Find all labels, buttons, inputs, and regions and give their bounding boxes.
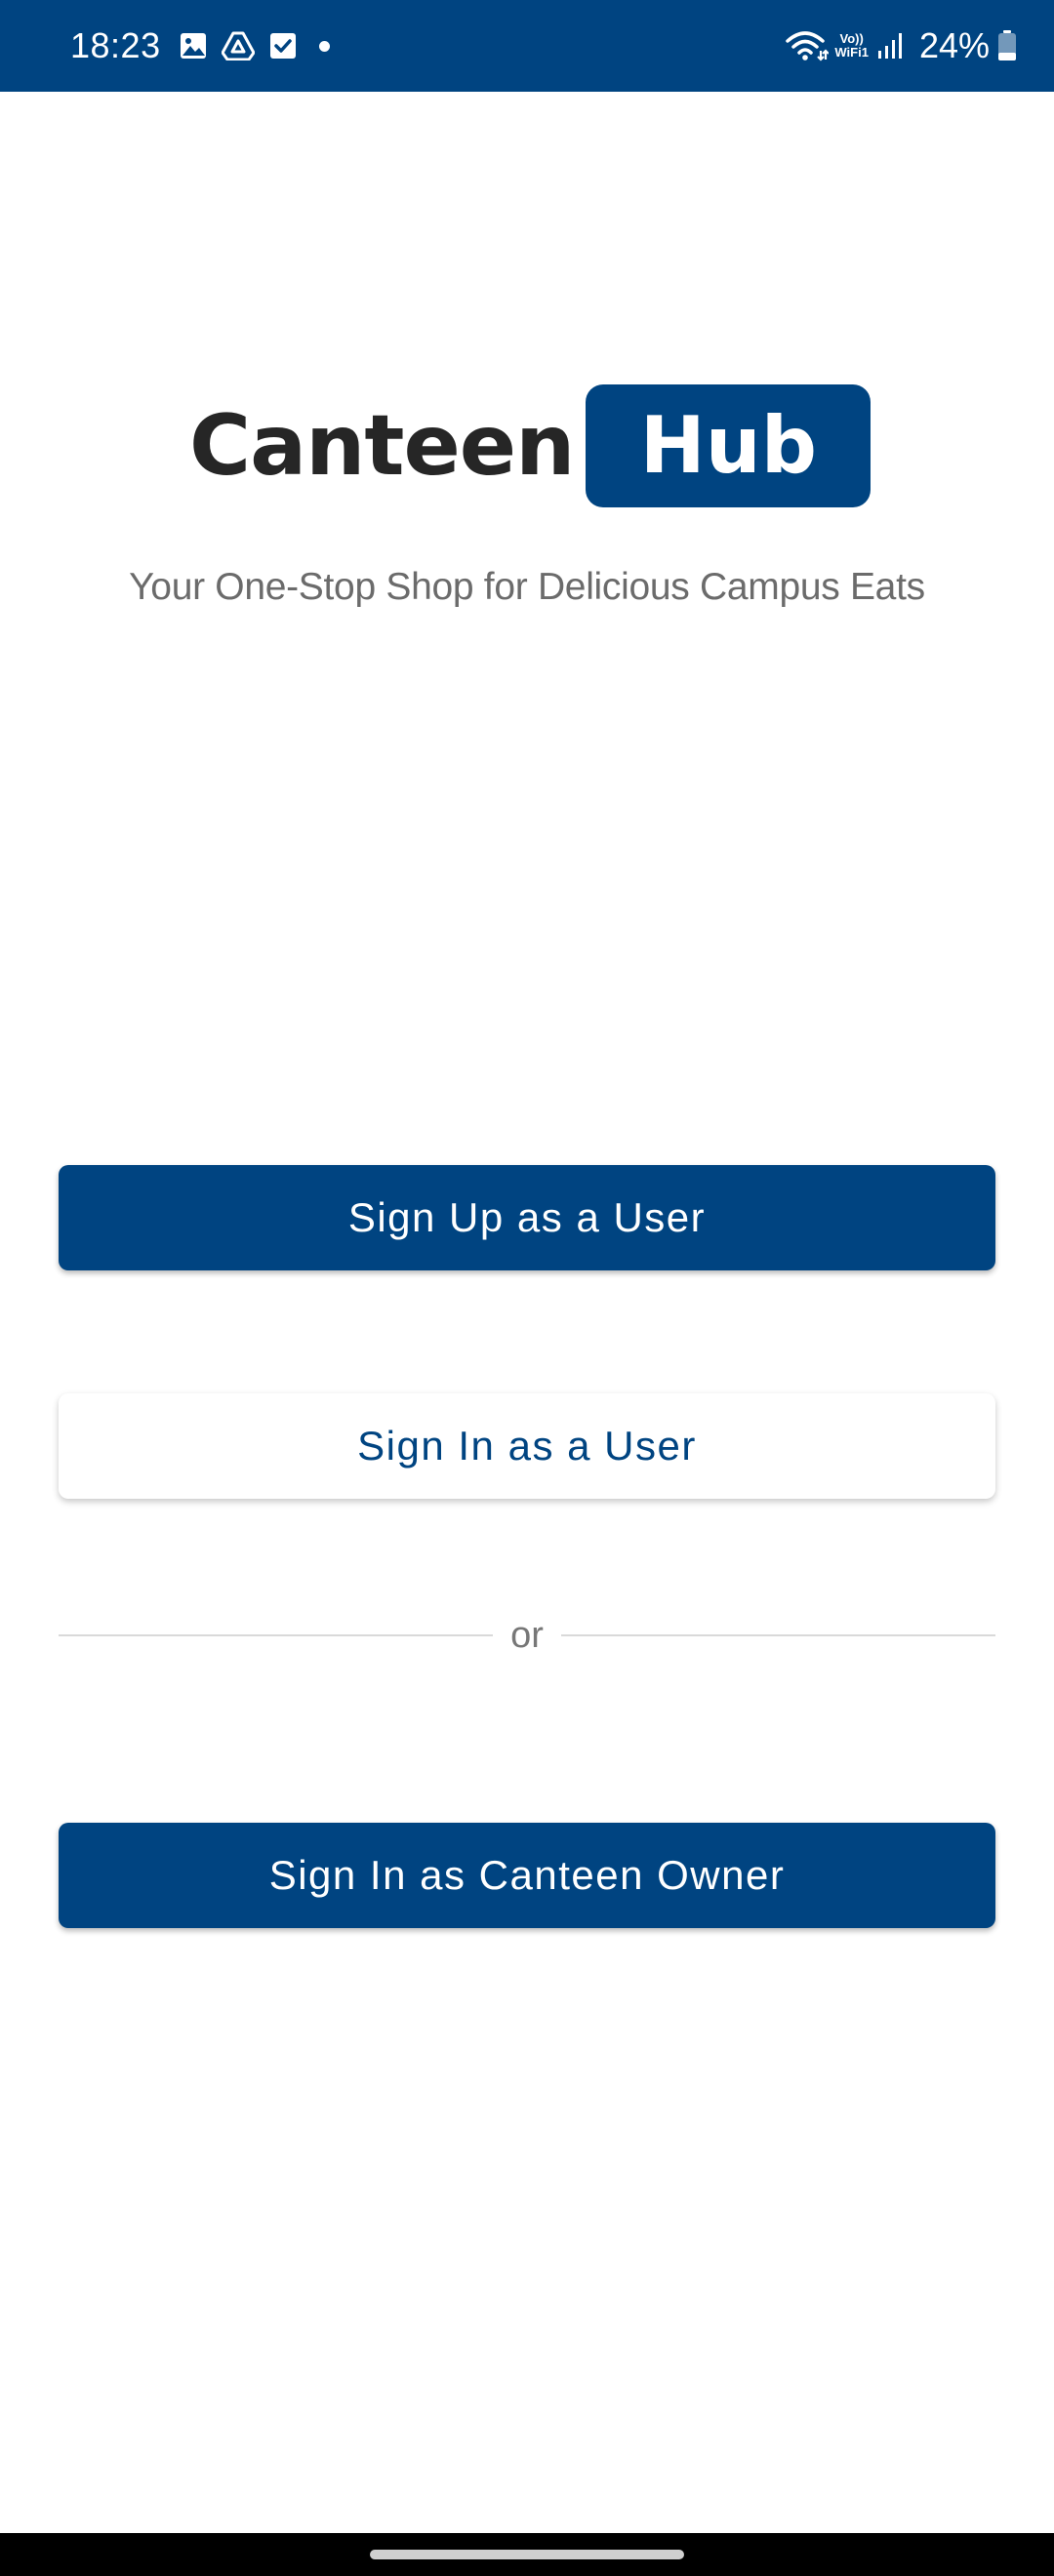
divider-text: or [510,1614,544,1656]
logo-word-canteen: Canteen [189,397,575,495]
divider-line-right [560,1634,996,1636]
battery-percent: 24% [918,25,990,65]
battery-icon [997,30,1017,61]
or-divider: or [59,1606,996,1665]
checkbox-icon [268,31,298,60]
volte-wifi-icon: Vo)) WiFi1 [834,32,869,60]
app-logo: Canteen Hub [189,384,872,507]
status-right: Vo)) WiFi1 24% [786,25,1017,66]
sign-in-user-button[interactable]: Sign In as a User [59,1393,995,1499]
status-time: 18:23 [70,25,161,65]
sign-up-user-button[interactable]: Sign Up as a User [59,1165,995,1270]
divider-line-left [59,1634,494,1636]
gallery-icon [179,31,208,60]
volte-label-bottom: WiFi1 [834,45,869,60]
signal-icon [876,31,906,60]
wifi-icon [786,29,830,62]
volte-label-top: Vo)) [839,31,864,46]
sign-in-owner-button[interactable]: Sign In as Canteen Owner [59,1823,995,1928]
navigation-bar [0,2533,1054,2576]
drive-icon [221,31,255,60]
status-left: 18:23 [70,25,330,66]
logo-word-hub: Hub [586,384,872,507]
tagline: Your One-Stop Shop for Delicious Campus … [129,566,925,608]
status-bar: 18:23 Vo)) WiFi1 24% [0,0,1054,92]
home-gesture-handle[interactable] [370,2550,684,2559]
notification-dot-icon [318,40,330,52]
